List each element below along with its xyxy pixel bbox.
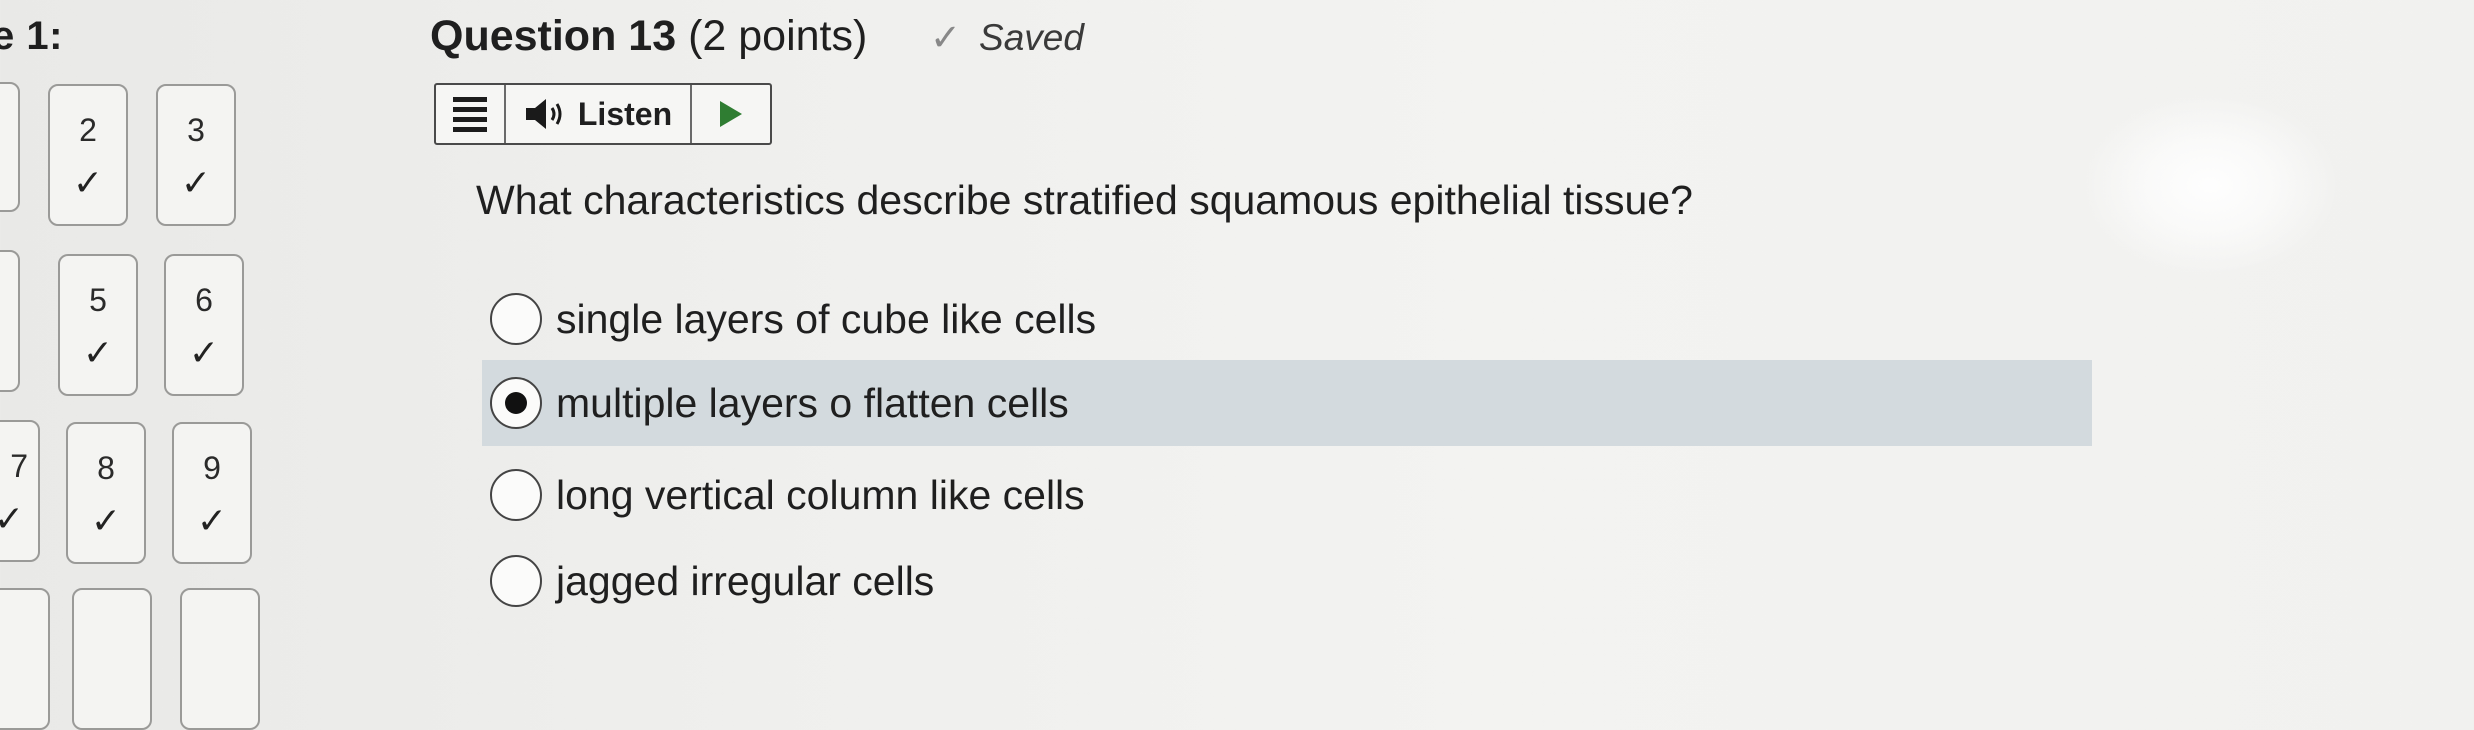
play-icon — [720, 101, 742, 127]
answer-option-1[interactable]: single layers of cube like cells — [482, 276, 1096, 362]
question-number: 6 — [195, 282, 213, 318]
question-nav-partial[interactable] — [180, 588, 260, 730]
question-number: 5 — [89, 282, 107, 318]
page-nav-title: e 1: — [0, 14, 63, 58]
question-label: Question 13 — [430, 12, 677, 60]
menu-icon[interactable] — [436, 85, 506, 143]
answer-option-label: single layers of cube like cells — [556, 295, 1097, 342]
question-number: 3 — [187, 112, 205, 148]
answered-check-icon: ✓ — [196, 500, 228, 541]
answered-check-icon: ✓ — [180, 162, 212, 203]
answer-option-2[interactable]: multiple layers o flatten cells — [482, 360, 2092, 446]
answered-check-icon: ✓ — [90, 500, 122, 541]
radio-button-selected[interactable] — [490, 377, 542, 429]
question-nav-item-6[interactable]: 6 ✓ — [164, 254, 244, 396]
saved-status: ✓ Saved — [930, 16, 1084, 59]
question-nav-item-3[interactable]: 3 ✓ — [156, 84, 236, 226]
listen-label: Listen — [577, 95, 673, 132]
read-aloud-toolbar: Listen — [434, 83, 772, 145]
question-nav-partial[interactable] — [0, 588, 50, 730]
question-nav-item-5[interactable]: 5 ✓ — [58, 254, 138, 396]
question-nav-partial[interactable] — [0, 82, 20, 212]
question-number: 2 — [79, 112, 97, 148]
radio-button[interactable] — [490, 293, 542, 345]
question-nav-item-8[interactable]: 8 ✓ — [66, 422, 146, 564]
question-nav-item-9[interactable]: 9 ✓ — [172, 422, 252, 564]
answer-option-label: multiple layers o flatten cells — [556, 379, 1069, 426]
answer-option-label: long vertical column like cells — [556, 471, 1085, 518]
question-title: Question 13 (2 points) — [430, 12, 867, 61]
question-points: (2 points) — [688, 12, 868, 60]
listen-button[interactable]: Listen — [506, 85, 692, 143]
answered-check-icon: ✓ — [72, 162, 104, 203]
answered-check-icon: ✓ — [0, 498, 24, 539]
question-nav-partial[interactable] — [0, 250, 20, 392]
answer-option-3[interactable]: long vertical column like cells — [482, 452, 1085, 538]
answer-option-label: jagged irregular cells — [556, 557, 935, 604]
saved-text: Saved — [979, 17, 1084, 58]
question-number: 8 — [97, 450, 115, 486]
screen-glare — [2080, 90, 2340, 280]
radio-button[interactable] — [490, 469, 542, 521]
answered-check-icon: ✓ — [188, 332, 220, 373]
question-number: 9 — [203, 450, 221, 486]
question-nav-partial[interactable] — [72, 588, 152, 730]
question-nav-item-2[interactable]: 2 ✓ — [48, 84, 128, 226]
radio-button[interactable] — [490, 555, 542, 607]
checkmark-icon: ✓ — [930, 17, 962, 58]
question-number: 7 — [10, 448, 28, 484]
answer-option-4[interactable]: jagged irregular cells — [482, 538, 934, 624]
question-prompt: What characteristics describe stratified… — [476, 177, 1693, 223]
speaker-icon — [525, 99, 562, 129]
question-nav-item-7[interactable]: 7 ✓ — [0, 420, 40, 562]
play-button[interactable] — [692, 85, 770, 143]
answered-check-icon: ✓ — [82, 332, 114, 373]
